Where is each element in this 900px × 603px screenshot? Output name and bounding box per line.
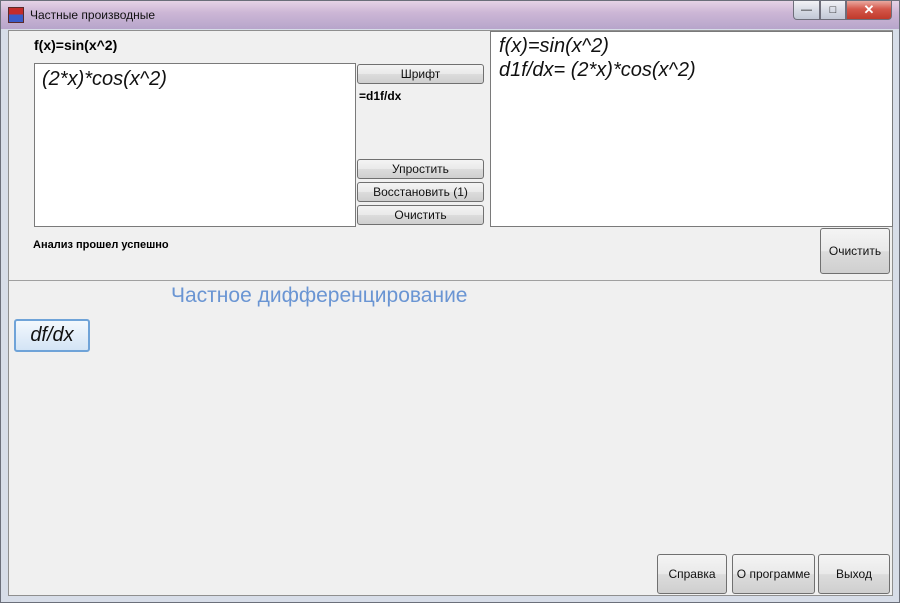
- output-line-1: f(x)=sin(x^2): [499, 35, 609, 57]
- font-button-label: Шрифт: [400, 67, 441, 81]
- maximize-button[interactable]: □: [820, 1, 846, 20]
- minimize-icon: —: [801, 4, 812, 16]
- simplify-button[interactable]: Упростить: [357, 159, 484, 179]
- about-button[interactable]: О программе: [732, 554, 815, 594]
- clear-output-button-label: Очистить: [828, 244, 882, 258]
- derivative-label: =d1f/dx: [359, 89, 402, 103]
- exit-button-label: Выход: [836, 567, 872, 581]
- top-panel: f(x)=sin(x^2) (2*x)*cos(x^2) Шрифт =d1f/…: [9, 31, 893, 281]
- simplify-button-label: Упростить: [392, 162, 449, 176]
- minimize-button[interactable]: —: [793, 1, 820, 20]
- title-bar[interactable]: Частные производные — □ ✕: [1, 1, 899, 29]
- status-message: Анализ прошел успешно: [33, 239, 169, 251]
- font-button[interactable]: Шрифт: [357, 64, 484, 84]
- close-button[interactable]: ✕: [846, 1, 892, 20]
- dfdx-button-label: df/dx: [30, 324, 74, 346]
- clear-input-button[interactable]: Очистить: [357, 205, 484, 225]
- function-label: f(x)=sin(x^2): [34, 37, 118, 53]
- client-area: f(x)=sin(x^2) (2*x)*cos(x^2) Шрифт =d1f/…: [8, 30, 893, 596]
- exit-button[interactable]: Выход: [818, 554, 890, 594]
- clear-output-button[interactable]: Очистить: [820, 228, 890, 274]
- result-textbox[interactable]: (2*x)*cos(x^2): [34, 63, 356, 227]
- close-icon: ✕: [863, 2, 875, 17]
- app-icon: [8, 7, 24, 23]
- clear-input-button-label: Очистить: [394, 208, 447, 222]
- restore-button-label: Восстановить (1): [373, 185, 468, 199]
- maximize-icon: □: [829, 4, 837, 16]
- section-title: Частное дифференцирование: [171, 284, 468, 307]
- about-button-label: О программе: [736, 567, 811, 581]
- help-button-label: Справка: [668, 567, 716, 581]
- restore-button[interactable]: Восстановить (1): [357, 182, 484, 202]
- output-display[interactable]: f(x)=sin(x^2) d1f/dx= (2*x)*cos(x^2): [490, 31, 893, 227]
- window-title: Частные производные: [30, 8, 156, 22]
- app-window: Частные производные — □ ✕ f(x)=sin(x^2) …: [0, 0, 900, 603]
- help-button[interactable]: Справка: [657, 554, 727, 594]
- dfdx-button[interactable]: df/dx: [14, 319, 90, 352]
- result-text: (2*x)*cos(x^2): [42, 68, 167, 90]
- output-line-2: d1f/dx= (2*x)*cos(x^2): [499, 59, 696, 81]
